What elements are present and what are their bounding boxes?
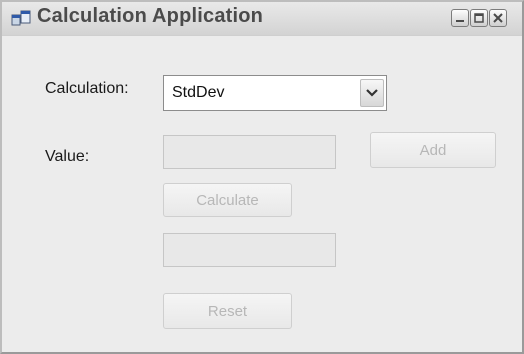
title-bar[interactable]: Calculation Application xyxy=(2,2,522,36)
calculate-button[interactable]: Calculate xyxy=(163,183,292,217)
maximize-button[interactable] xyxy=(470,9,488,27)
app-window: Calculation Application Calculation: Std… xyxy=(0,0,524,354)
result-output[interactable] xyxy=(163,233,336,267)
dropdown-button[interactable] xyxy=(360,79,384,107)
add-button[interactable]: Add xyxy=(370,132,496,168)
minimize-button[interactable] xyxy=(451,9,469,27)
chevron-down-icon xyxy=(366,89,378,97)
window-title: Calculation Application xyxy=(37,5,264,27)
value-input[interactable] xyxy=(163,135,336,169)
maximize-icon xyxy=(474,13,484,23)
close-button[interactable] xyxy=(489,9,507,27)
calculation-dropdown[interactable]: StdDev xyxy=(163,75,387,111)
form-window-icon xyxy=(11,9,31,29)
value-label: Value: xyxy=(45,148,90,165)
minimize-icon xyxy=(456,20,464,22)
reset-button[interactable]: Reset xyxy=(163,293,292,329)
form-client-area: Calculation: StdDev Value: Add Calculate… xyxy=(2,36,522,352)
calculation-label: Calculation: xyxy=(45,80,129,97)
close-icon xyxy=(493,13,503,23)
calculation-selected-value: StdDev xyxy=(172,84,225,101)
